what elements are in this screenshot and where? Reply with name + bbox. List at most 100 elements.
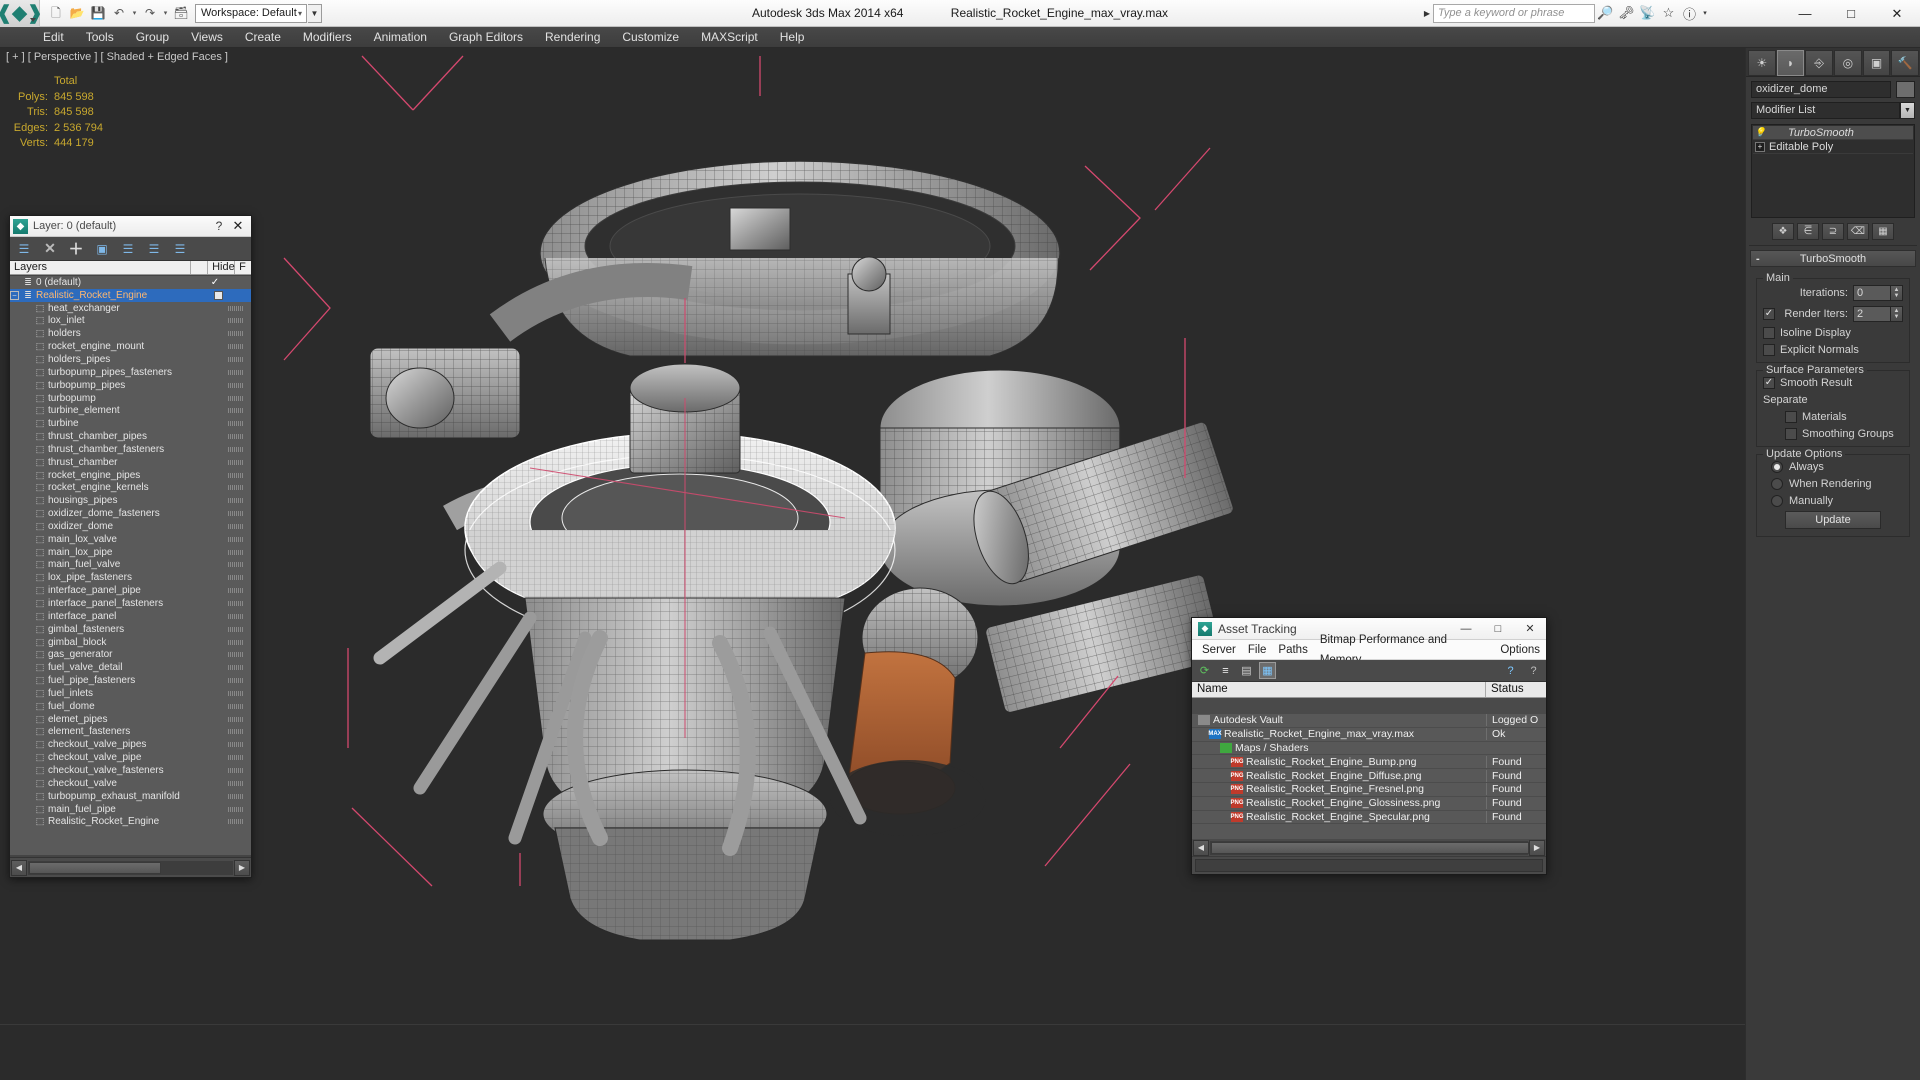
highlight-selected-objects-layer-button[interactable]: ☰	[145, 240, 163, 258]
manually-radio[interactable]	[1771, 495, 1783, 507]
column-status[interactable]: Status	[1486, 682, 1546, 697]
layer-row[interactable]: ⬚ element_fasteners	[10, 726, 251, 739]
viewport-label[interactable]: [ + ] [ Perspective ] [ Shaded + Edged F…	[6, 51, 228, 63]
layer-row[interactable]: ⬚ main_lox_valve	[10, 533, 251, 546]
column-hide[interactable]: Hide	[208, 261, 236, 274]
modify-tab[interactable]: ◗	[1776, 50, 1805, 76]
asset-row[interactable]: PNG Realistic_Rocket_Engine_Diffuse.png Fo…	[1192, 769, 1546, 783]
asset-tracking-dialog[interactable]: ◆ Asset Tracking — □ ✕ Server File Paths…	[1191, 617, 1547, 875]
help-icon[interactable]: ?	[210, 219, 228, 233]
layer-row[interactable]: ⬚ interface_panel_fasteners	[10, 597, 251, 610]
satellite-icon[interactable]: 📡	[1637, 3, 1658, 23]
asset-list[interactable]: Autodesk Vault Logged O MAX Realistic_Rocke…	[1192, 714, 1546, 839]
smooth-result-checkbox[interactable]: ✓	[1763, 377, 1775, 389]
motion-tab[interactable]: ◎	[1834, 50, 1862, 76]
asset-row[interactable]: PNG Realistic_Rocket_Engine_Specular.png F…	[1192, 810, 1546, 825]
new-file-icon[interactable]: 🗋	[46, 3, 66, 23]
make-unique-button[interactable]: ⊇	[1822, 223, 1844, 240]
layer-row[interactable]: ⬚ gimbal_fasteners	[10, 623, 251, 636]
update-manually-row[interactable]: Manually	[1763, 495, 1903, 507]
modifier-stack-item-turbosmooth[interactable]: 💡 TurboSmooth	[1753, 126, 1913, 140]
layer-properties-button[interactable]: ☰	[171, 240, 189, 258]
layer-row[interactable]: ⬚ main_fuel_pipe	[10, 803, 251, 816]
expand-plus-icon[interactable]: +	[1755, 141, 1765, 152]
asset-row[interactable]: MAX Realistic_Rocket_Engine_max_vray.max O…	[1192, 728, 1546, 742]
iterations-stepper[interactable]: 0 ▲ ▼	[1853, 285, 1903, 301]
layer-row[interactable]: ⬚ main_fuel_valve	[10, 559, 251, 572]
turbosmooth-rollout-header[interactable]: - TurboSmooth	[1750, 250, 1916, 267]
undo-icon[interactable]: ↶	[109, 3, 129, 23]
select-objects-in-layer-button[interactable]: ▣	[93, 240, 111, 258]
layer-row[interactable]: ⬚ fuel_pipe_fasteners	[10, 674, 251, 687]
layer-row[interactable]: ⬚ rocket_engine_kernels	[10, 482, 251, 495]
layer-row[interactable]: ⬚ turbopump	[10, 392, 251, 405]
asset-row[interactable]: Autodesk Vault Logged O	[1192, 714, 1546, 728]
layer-row[interactable]: ⬚ main_lox_pipe	[10, 546, 251, 559]
update-when-rendering-row[interactable]: When Rendering	[1763, 478, 1903, 490]
menu-graph-editors[interactable]: Graph Editors	[438, 27, 534, 48]
layer-row[interactable]: ⬚ fuel_inlets	[10, 687, 251, 700]
list-view-icon[interactable]: ≡	[1217, 662, 1234, 679]
scroll-track[interactable]	[28, 860, 233, 875]
layer-row[interactable]: ⬚ oxidizer_dome	[10, 520, 251, 533]
search-input[interactable]: Type a keyword or phrase	[1433, 3, 1595, 23]
menu-paths[interactable]: Paths	[1272, 640, 1313, 660]
create-tab[interactable]: ☀	[1748, 50, 1776, 76]
layer-row[interactable]: ⬚ rocket_engine_pipes	[10, 469, 251, 482]
open-file-icon[interactable]: 📂	[67, 3, 87, 23]
layer-row[interactable]: ⬚ interface_panel_pipe	[10, 584, 251, 597]
layer-visible-check[interactable]: ✓	[208, 277, 222, 288]
layer-row[interactable]: ⬚ rocket_engine_mount	[10, 340, 251, 353]
layer-row[interactable]: ⬚ lox_inlet	[10, 315, 251, 328]
column-visible[interactable]	[191, 261, 209, 274]
show-end-result-button[interactable]: ⋶	[1797, 223, 1819, 240]
layer-row[interactable]: ≣ 0 (default) ✓	[10, 276, 251, 289]
chevron-down-icon[interactable]: ▼	[1900, 102, 1915, 119]
menu-tools[interactable]: Tools	[75, 27, 125, 48]
menu-options[interactable]: Options	[1494, 640, 1546, 660]
always-radio[interactable]	[1771, 461, 1783, 473]
layer-row[interactable]: ⬚ holders_pipes	[10, 353, 251, 366]
favorites-star-icon[interactable]: ☆	[1658, 3, 1679, 23]
menu-maxscript[interactable]: MAXScript	[690, 27, 769, 48]
workspace-selector[interactable]: Workspace: Default ▾	[195, 3, 307, 23]
layer-row[interactable]: − ≣ Realistic_Rocket_Engine	[10, 288, 251, 302]
help-icon[interactable]: ⓘ	[1679, 3, 1700, 23]
key-icon[interactable]: 🗝	[1616, 3, 1637, 23]
modifier-stack-item-editable-poly[interactable]: + Editable Poly	[1753, 140, 1913, 154]
asset-horizontal-scrollbar[interactable]: ◀ ▶	[1192, 839, 1546, 856]
update-button[interactable]: Update	[1785, 511, 1881, 529]
materials-checkbox[interactable]	[1785, 411, 1797, 423]
modifier-stack[interactable]: 💡 TurboSmooth + Editable Poly	[1751, 124, 1915, 218]
create-new-layer-button[interactable]: ☰	[15, 240, 33, 258]
layer-hide-checkbox[interactable]	[214, 290, 223, 300]
update-always-row[interactable]: Always	[1763, 461, 1903, 473]
layer-row[interactable]: ⬚ checkout_valve_pipe	[10, 751, 251, 764]
asset-row[interactable]: Maps / Shaders	[1192, 742, 1546, 756]
layer-row[interactable]: ⬚ oxidizer_dome_fasteners	[10, 507, 251, 520]
close-button[interactable]: ✕	[1514, 618, 1546, 640]
column-layers[interactable]: Layers	[10, 261, 192, 274]
layer-list[interactable]: ≣ 0 (default) ✓ − ≣ Realistic_Rocket_Engine ⬚ h…	[10, 276, 251, 855]
render-iters-checkbox[interactable]: ✓	[1763, 308, 1775, 320]
layer-row[interactable]: ⬚ fuel_valve_detail	[10, 661, 251, 674]
layer-row[interactable]: ⬚ turbopump_exhaust_manifold	[10, 790, 251, 803]
layer-row[interactable]: ⬚ thrust_chamber_pipes	[10, 430, 251, 443]
render-iters-stepper[interactable]: 2 ▲ ▼	[1853, 306, 1903, 322]
menu-rendering[interactable]: Rendering	[534, 27, 611, 48]
workspace-dropdown-button[interactable]: ▼	[308, 3, 322, 23]
asset-row[interactable]: PNG Realistic_Rocket_Engine_Fresnel.png Fo…	[1192, 783, 1546, 797]
menu-customize[interactable]: Customize	[611, 27, 690, 48]
asset-row[interactable]: PNG Realistic_Rocket_Engine_Glossiness.pn…	[1192, 797, 1546, 811]
help-globe-icon[interactable]: ?	[1502, 662, 1519, 679]
redo-dropdown-icon[interactable]: ▾	[161, 3, 170, 23]
hierarchy-tab[interactable]: ⎆	[1805, 50, 1834, 76]
iterations-spin-arrows[interactable]: ▲ ▼	[1891, 285, 1903, 301]
menu-views[interactable]: Views	[180, 27, 234, 48]
iterations-value[interactable]: 0	[1853, 285, 1891, 301]
isoline-display-checkbox[interactable]	[1763, 327, 1775, 339]
remove-modifier-button[interactable]: ⌫	[1847, 223, 1869, 240]
scroll-track[interactable]	[1210, 840, 1529, 855]
menu-server[interactable]: Server	[1196, 640, 1242, 660]
application-menu-button[interactable]: ❰◆❱	[0, 0, 43, 27]
